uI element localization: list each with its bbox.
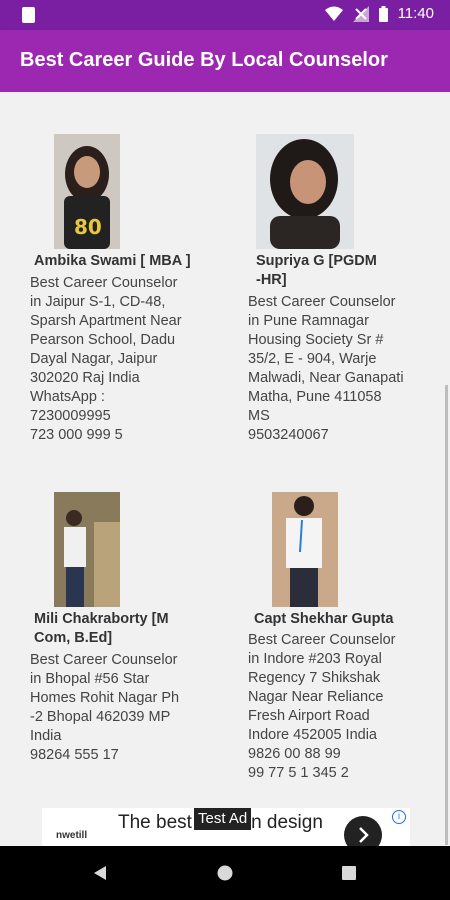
scrollbar[interactable] [445, 385, 448, 845]
ad-banner[interactable]: nwetill The best modern design Test Ad i [42, 808, 410, 846]
test-ad-label: Test Ad [194, 808, 252, 830]
counselor-name: Mili Chakraborty [M Com, B.Ed] [34, 611, 169, 646]
ad-info-icon[interactable]: i [392, 810, 406, 824]
app-bar: Best Career Guide By Local Counselor [0, 30, 450, 92]
counselor-details: Best Career Counselor in Jaipur S-1, CD-… [30, 275, 182, 443]
ad-brand: nwetill [56, 830, 88, 841]
wifi-icon [324, 6, 343, 21]
recents-icon[interactable] [342, 866, 356, 880]
navigation-bar [0, 846, 450, 900]
counselor-details: Best Career Counselor in Indore #203 Roy… [248, 632, 396, 781]
counselor-photo [272, 492, 338, 607]
counselor-photo [54, 492, 120, 607]
counselor-name: Supriya G [PGDM -HR] [256, 253, 377, 288]
battery-icon [378, 5, 388, 22]
app-title: Best Career Guide By Local Counselor [20, 49, 388, 71]
counselor-photo: 80 [54, 134, 120, 249]
counselor-details: Best Career Counselor in Pune Ramnagar H… [248, 294, 404, 443]
back-icon[interactable] [92, 865, 108, 881]
svg-text:80: 80 [74, 215, 102, 239]
counselor-details: Best Career Counselor in Bhopal #56 Star… [30, 652, 180, 763]
counselor-photo [256, 134, 354, 249]
home-icon[interactable] [217, 865, 233, 881]
counselor-name: Ambika Swami [ MBA ] [34, 253, 191, 269]
status-time: 11:40 [397, 5, 434, 22]
counselor-list[interactable]: 80 Ambika Swami [ MBA ] Best Career Coun… [0, 92, 450, 846]
counselor-name: Capt Shekhar Gupta [254, 611, 394, 627]
status-bar: 11:40 [0, 0, 450, 30]
chevron-right-icon [359, 827, 369, 843]
sim-card-icon [22, 7, 35, 23]
ad-go-button[interactable] [344, 816, 382, 846]
status-icons: 11:40 [324, 5, 434, 22]
no-signal-icon [352, 5, 369, 22]
